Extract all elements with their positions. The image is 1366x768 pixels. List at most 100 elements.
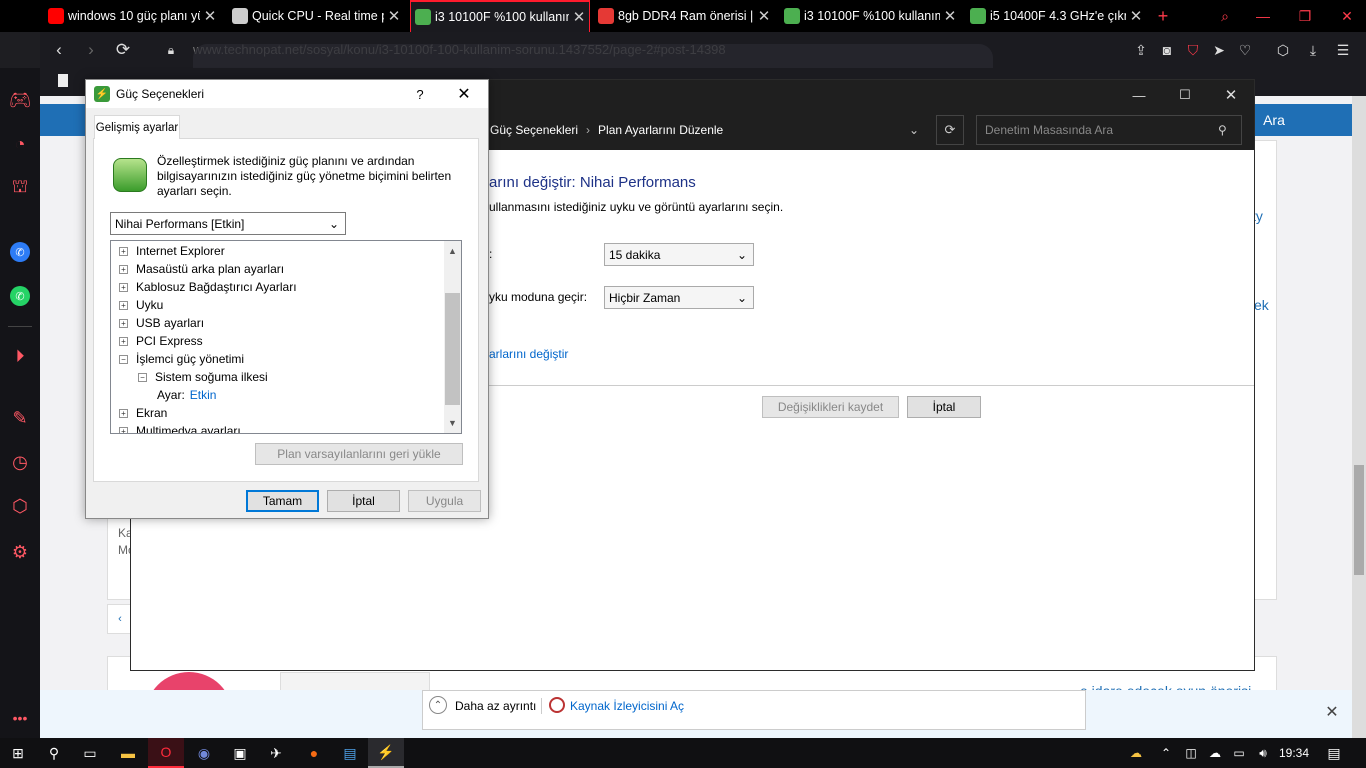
close-window-icon[interactable]: ✕ bbox=[1328, 0, 1366, 32]
cp-cancel-button[interactable]: İptal bbox=[907, 396, 981, 418]
search-icon[interactable]: ⚲ bbox=[1218, 120, 1236, 140]
twitch-icon[interactable]: ⛫ bbox=[8, 176, 32, 200]
discord-icon[interactable]: ◉ bbox=[186, 738, 222, 768]
expand-icon[interactable]: + bbox=[119, 282, 128, 292]
shield-icon[interactable]: ⛉ bbox=[1180, 32, 1206, 68]
more-icon[interactable]: ••• bbox=[8, 706, 32, 730]
dialog-cancel-button[interactable]: İptal bbox=[327, 490, 400, 512]
speedometer-icon[interactable]: ◔ bbox=[8, 132, 32, 156]
action-center-icon[interactable]: ▤ bbox=[1320, 738, 1348, 768]
search-tabs-icon[interactable]: ⌕ bbox=[1206, 0, 1244, 32]
tree-item[interactable]: + Kablosuz Bağdaştırıcı Ayarları bbox=[111, 278, 461, 296]
back-button[interactable]: ‹ bbox=[44, 32, 74, 68]
player-icon[interactable]: ⏵ bbox=[8, 344, 32, 368]
browser-tab[interactable]: windows 10 güç planı yü ✕ bbox=[44, 0, 220, 32]
messenger-icon[interactable]: ✆ bbox=[10, 242, 30, 262]
cp-close-icon[interactable]: ✕ bbox=[1216, 82, 1246, 108]
whatsapp-icon[interactable]: ✆ bbox=[10, 286, 30, 306]
app-icon[interactable]: ● bbox=[296, 738, 332, 768]
sleep-select[interactable]: Hiçbir Zaman ⌄ bbox=[604, 286, 754, 309]
control-panel-search[interactable]: Denetim Masasında Ara bbox=[976, 115, 1242, 145]
cp-maximize-icon[interactable]: ☐ bbox=[1170, 82, 1200, 108]
new-tab-button[interactable]: + bbox=[1152, 0, 1174, 32]
tree-item[interactable]: + Ekran bbox=[111, 404, 461, 422]
tree-scrollbar-thumb[interactable] bbox=[445, 293, 460, 405]
tree-item-value[interactable]: Etkin bbox=[190, 388, 217, 402]
apply-button[interactable]: Uygula bbox=[408, 490, 481, 512]
reload-button[interactable]: ⟳ bbox=[108, 32, 138, 68]
photos-icon[interactable]: ▣ bbox=[222, 738, 258, 768]
tray-expand-icon[interactable]: ⌃ bbox=[1156, 738, 1176, 768]
tab-close-icon[interactable]: ✕ bbox=[754, 7, 774, 25]
scroll-up-icon[interactable]: ▲ bbox=[445, 243, 460, 259]
page-scrollbar-thumb[interactable] bbox=[1354, 465, 1364, 575]
network-icon[interactable]: ▭ bbox=[1228, 738, 1250, 768]
collapse-icon[interactable]: − bbox=[138, 372, 147, 382]
tab-close-icon[interactable]: ✕ bbox=[200, 7, 220, 25]
display-off-select[interactable]: 15 dakika ⌄ bbox=[604, 243, 754, 266]
expand-icon[interactable]: + bbox=[119, 336, 128, 346]
menu-icon[interactable]: ☰ bbox=[1330, 32, 1356, 68]
onedrive-icon[interactable]: ☁ bbox=[1204, 738, 1226, 768]
tree-item[interactable]: + Multimedya ayarları bbox=[111, 422, 461, 433]
ok-button[interactable]: Tamam bbox=[246, 490, 319, 512]
edit-icon[interactable]: ✎ bbox=[8, 406, 32, 430]
send-icon[interactable]: ➤ bbox=[1206, 32, 1232, 68]
less-details-button[interactable]: Daha az ayrıntı bbox=[455, 699, 536, 713]
history-icon[interactable]: ◷ bbox=[8, 450, 32, 474]
tree-item[interactable]: − İşlemci güç yönetimi bbox=[111, 350, 461, 368]
control-panel-taskbar-icon[interactable]: ▤ bbox=[332, 738, 368, 768]
tab-close-icon[interactable]: ✕ bbox=[1126, 7, 1146, 25]
file-explorer-icon[interactable]: ▬ bbox=[110, 738, 146, 768]
clock[interactable]: 19:34 bbox=[1276, 738, 1312, 768]
search-icon[interactable]: ⚲ bbox=[36, 738, 72, 768]
tree-item[interactable]: + PCI Express bbox=[111, 332, 461, 350]
page-scrollbar[interactable] bbox=[1352, 96, 1366, 738]
tree-item[interactable]: + Masaüstü arka plan ayarları bbox=[111, 260, 461, 278]
resource-monitor-link[interactable]: Kaynak İzleyicisini Aç bbox=[570, 699, 684, 713]
settings-tree[interactable]: + Internet Explorer + Masaüstü arka plan ay… bbox=[110, 240, 462, 434]
tab-close-icon[interactable]: ✕ bbox=[384, 7, 404, 25]
tab-advanced-settings[interactable]: Gelişmiş ayarlar bbox=[94, 115, 180, 139]
tree-item[interactable]: − Sistem soğuma ilkesi bbox=[111, 368, 461, 386]
forward-button[interactable]: › bbox=[76, 32, 106, 68]
volume-icon[interactable]: 🔊︎ bbox=[1252, 738, 1274, 768]
gamepad-icon[interactable]: 🎮︎ bbox=[8, 88, 32, 112]
breadcrumb[interactable]: Güç Seçenekleri › Plan Ayarlarını Düzenl… bbox=[478, 115, 935, 145]
expand-icon[interactable]: + bbox=[119, 246, 128, 256]
plan-select[interactable]: Nihai Performans [Etkin] ⌄ bbox=[110, 212, 346, 235]
task-view-icon[interactable]: ▭ bbox=[72, 738, 108, 768]
breadcrumb-item[interactable]: Plan Ayarlarını Düzenle bbox=[598, 123, 723, 137]
site-search-button[interactable]: Ara bbox=[1254, 104, 1294, 136]
notification-close-icon[interactable]: ✕ bbox=[1322, 702, 1342, 722]
weather-icon[interactable]: ☁ bbox=[1122, 738, 1150, 768]
site-right-link[interactable]: ek bbox=[1254, 297, 1269, 313]
minimize-icon[interactable]: — bbox=[1244, 0, 1282, 32]
browser-tab[interactable]: i5 10400F 4.3 GHz'e çıkm ✕ bbox=[966, 0, 1146, 32]
bookmark-page-icon[interactable] bbox=[58, 74, 68, 87]
expand-icon[interactable]: + bbox=[119, 300, 128, 310]
chevron-up-icon[interactable]: ⌃ bbox=[429, 696, 447, 714]
tree-item[interactable]: + USB ayarları bbox=[111, 314, 461, 332]
extensions-cube-icon[interactable]: ⬡ bbox=[8, 494, 32, 518]
settings-gear-icon[interactable]: ⚙ bbox=[8, 540, 32, 564]
camera-icon[interactable]: ◙ bbox=[1154, 32, 1180, 68]
collapse-icon[interactable]: − bbox=[119, 354, 128, 364]
power-options-taskbar-icon[interactable]: ⚡ bbox=[368, 738, 404, 768]
tray-app-icon[interactable]: ◫ bbox=[1180, 738, 1202, 768]
cube-icon[interactable]: ⬡ bbox=[1270, 32, 1296, 68]
browser-tab[interactable]: i3 10100F %100 kullanım ✕ bbox=[410, 0, 590, 32]
download-icon[interactable]: ⤓ bbox=[1300, 32, 1326, 68]
expand-icon[interactable]: + bbox=[119, 426, 128, 433]
save-changes-button[interactable]: Değişiklikleri kaydet bbox=[762, 396, 899, 418]
tree-item[interactable]: + Uyku bbox=[111, 296, 461, 314]
help-button[interactable]: ? bbox=[410, 82, 430, 106]
opera-gx-icon[interactable]: O bbox=[148, 738, 184, 768]
browser-tab[interactable]: Quick CPU - Real time pe ✕ bbox=[228, 0, 404, 32]
scroll-down-icon[interactable]: ▼ bbox=[445, 415, 460, 431]
breadcrumb-dropdown-icon[interactable]: ⌄ bbox=[904, 120, 924, 140]
windows-start-icon[interactable]: ⊞ bbox=[0, 738, 36, 768]
expand-icon[interactable]: + bbox=[119, 318, 128, 328]
heart-icon[interactable]: ♡ bbox=[1232, 32, 1258, 68]
advanced-settings-link[interactable]: arlarını değiştir bbox=[489, 347, 568, 361]
